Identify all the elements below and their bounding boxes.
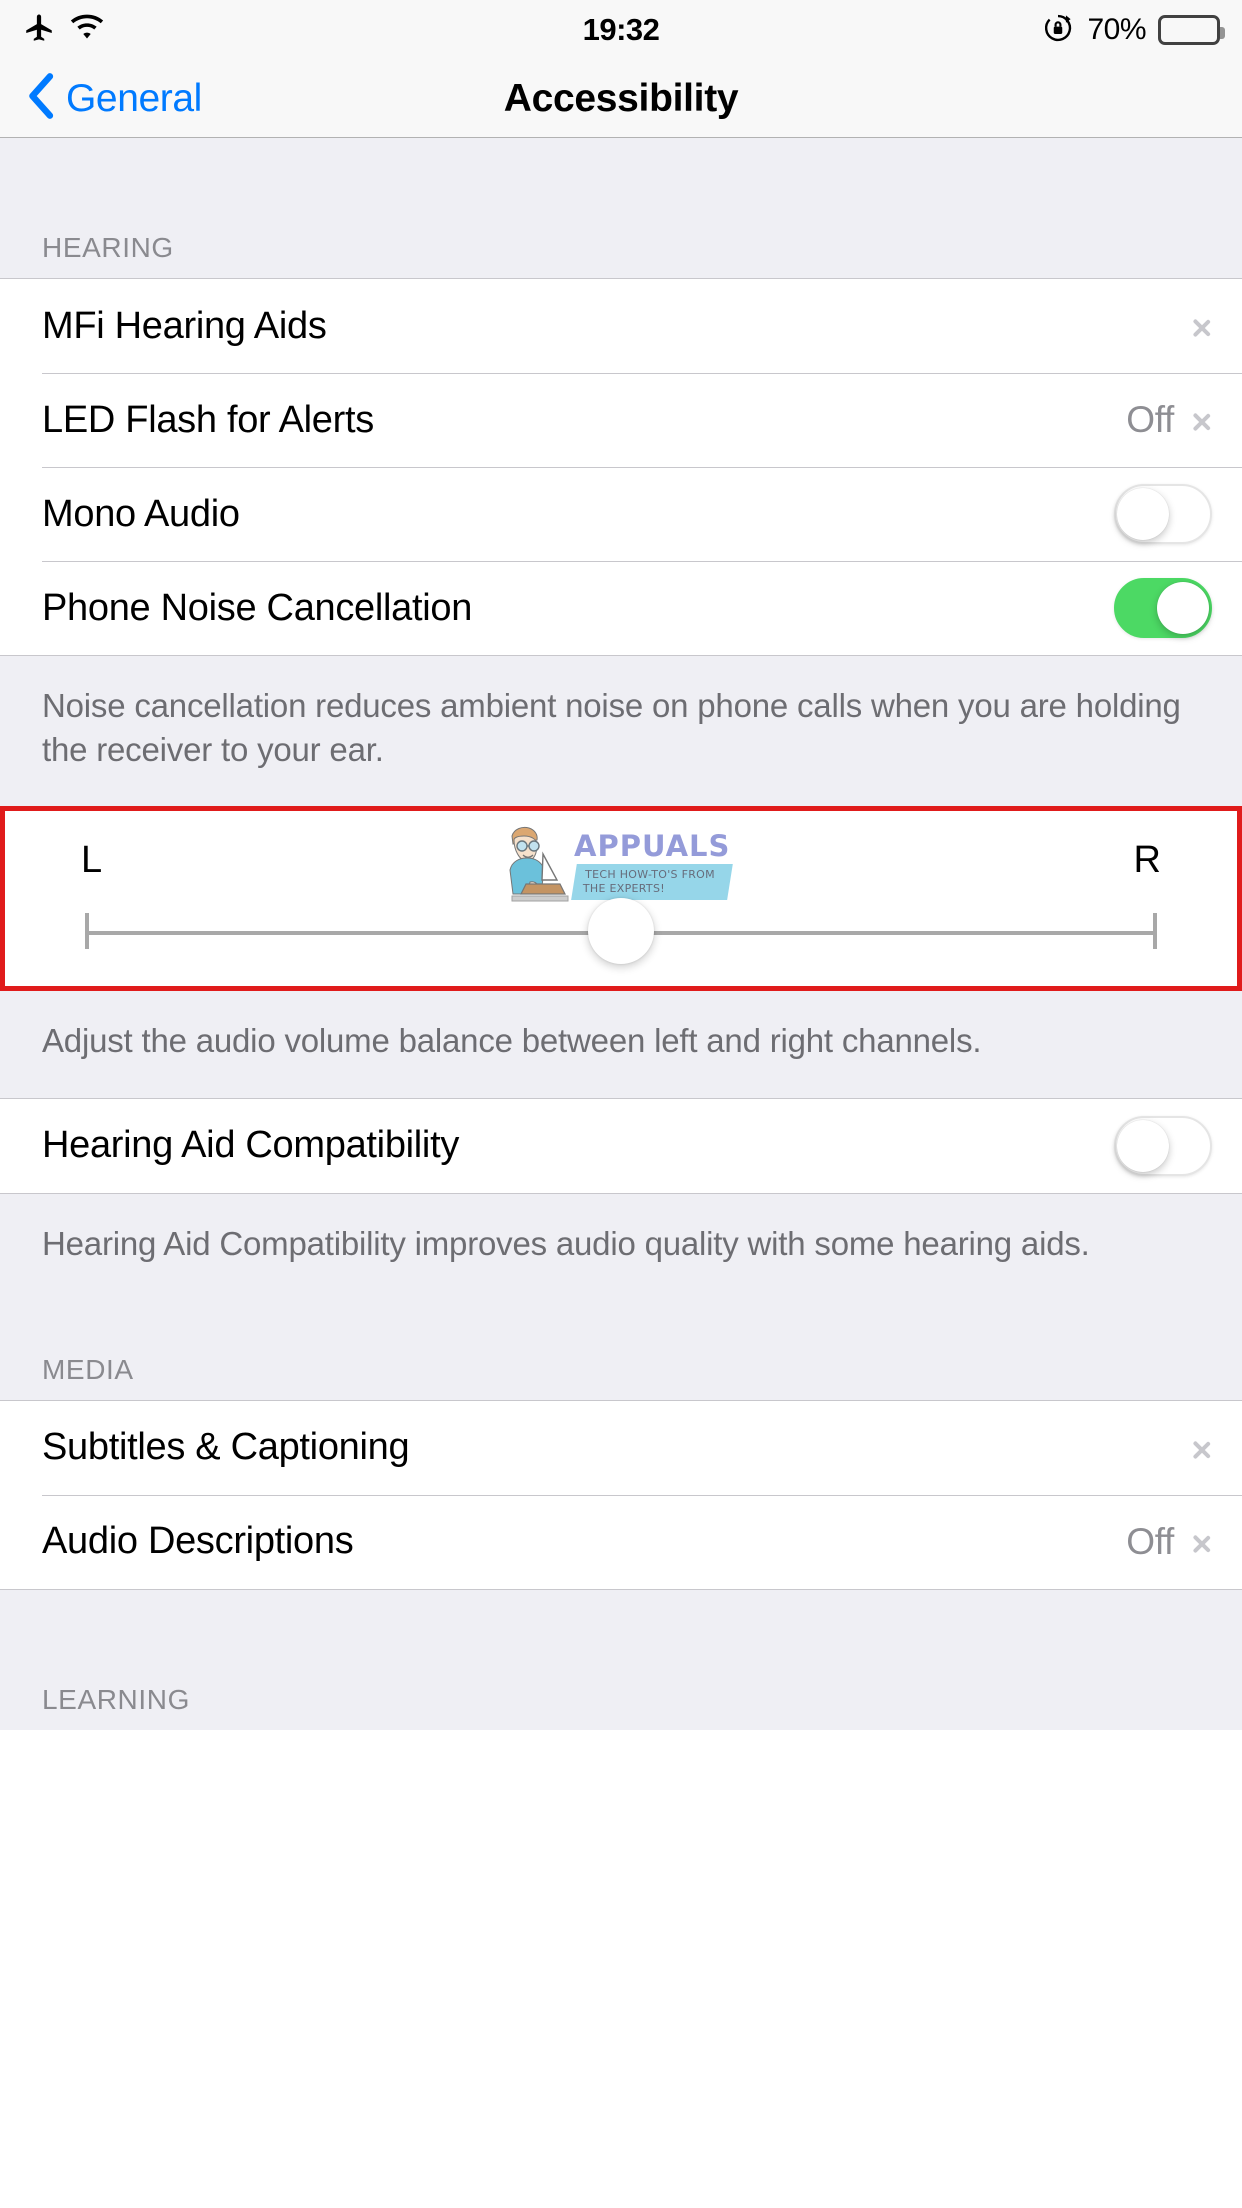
battery-icon [1158, 15, 1225, 45]
footer-hearing-aid-compatibility: Hearing Aid Compatibility improves audio… [0, 1193, 1242, 1300]
balance-slider-row: L R APPUALS TECH HOW-TO'S FROM THE EXPER… [5, 811, 1237, 987]
slider-right-end-tick [1153, 913, 1157, 950]
toggle-knob [1117, 1119, 1169, 1172]
toggle-hearing-aid-compatibility[interactable] [1114, 1115, 1212, 1176]
footer-noise-cancellation: Noise cancellation reduces ambient noise… [0, 656, 1242, 807]
chevron-left-icon [26, 71, 56, 126]
chevron-right-icon [1192, 309, 1212, 343]
status-bar-right: 70% [1041, 11, 1225, 50]
status-bar-left [22, 11, 104, 50]
status-bar: 19:32 70% [0, 0, 1242, 60]
balance-left-label: L [81, 839, 103, 882]
row-label-audio-descriptions: Audio Descriptions [42, 1520, 354, 1563]
balance-channel-labels: L R [5, 839, 1237, 882]
back-button[interactable]: General [26, 71, 202, 126]
hearing-aid-compatibility-section: Hearing Aid Compatibility [0, 1097, 1242, 1194]
media-section: Subtitles & Captioning Audio Description… [0, 1399, 1242, 1590]
row-value-led-flash-for-alerts: Off [1126, 399, 1174, 440]
toggle-knob [1157, 582, 1209, 634]
row-label-led-flash-for-alerts: LED Flash for Alerts [42, 398, 374, 441]
row-subtitles-captioning[interactable]: Subtitles & Captioning [0, 1400, 1242, 1495]
row-accessory-mfi-hearing-aids [1192, 309, 1212, 343]
toggle-knob [1117, 488, 1169, 540]
toggle-phone-noise-cancellation[interactable] [1114, 578, 1212, 638]
row-label-mono-audio: Mono Audio [42, 492, 240, 535]
balance-right-label: R [1133, 839, 1161, 882]
hearing-section: MFi Hearing Aids LED Flash for Alerts Of… [0, 278, 1242, 656]
balance-slider[interactable] [85, 898, 1157, 965]
row-label-mfi-hearing-aids: MFi Hearing Aids [42, 304, 327, 347]
slider-thumb[interactable] [588, 898, 654, 965]
row-label-subtitles-captioning: Subtitles & Captioning [42, 1426, 410, 1469]
wifi-icon [70, 13, 104, 48]
balance-highlight-box: L R APPUALS TECH HOW-TO'S FROM THE EXPER… [0, 806, 1242, 992]
appuals-tagline-line2: THE EXPERTS! [582, 881, 665, 895]
row-accessory-subtitles-captioning [1192, 1431, 1212, 1465]
learning-section-header: LEARNING [42, 1683, 190, 1715]
row-audio-descriptions[interactable]: Audio Descriptions Off [0, 1494, 1242, 1589]
row-accessory-phone-noise-cancellation [1114, 578, 1212, 638]
airplane-icon [22, 11, 56, 50]
navigation-bar: General Accessibility [0, 60, 1242, 138]
row-label-phone-noise-cancellation: Phone Noise Cancellation [42, 586, 473, 629]
row-mfi-hearing-aids[interactable]: MFi Hearing Aids [0, 279, 1242, 373]
chevron-right-icon [1192, 403, 1212, 437]
learning-section-header-wrap: LEARNING [0, 1589, 1242, 1730]
footer-balance: Adjust the audio volume balance between … [0, 991, 1242, 1098]
media-section-header-wrap: MEDIA [0, 1299, 1242, 1400]
row-label-hearing-aid-compatibility: Hearing Aid Compatibility [42, 1124, 460, 1167]
row-mono-audio[interactable]: Mono Audio [0, 467, 1242, 561]
row-led-flash-for-alerts[interactable]: LED Flash for Alerts Off [0, 373, 1242, 467]
accessibility-settings-screen: 19:32 70% General Accessibility HEARING … [0, 0, 1242, 2208]
row-phone-noise-cancellation[interactable]: Phone Noise Cancellation [0, 561, 1242, 655]
learning-section: wsxdn.com [0, 1729, 1242, 2208]
row-accessory-mono-audio [1114, 484, 1212, 544]
row-accessory-led-flash-for-alerts: Off [1126, 399, 1212, 441]
row-accessory-audio-descriptions: Off [1126, 1521, 1212, 1563]
battery-percent-label: 70% [1087, 13, 1146, 46]
back-button-label: General [66, 76, 202, 120]
toggle-mono-audio[interactable] [1114, 484, 1212, 544]
hearing-section-header: HEARING [42, 232, 174, 263]
row-hearing-aid-compatibility[interactable]: Hearing Aid Compatibility [0, 1098, 1242, 1193]
hearing-section-header-wrap: HEARING [0, 138, 1242, 278]
media-section-header: MEDIA [42, 1353, 134, 1385]
chevron-right-icon [1192, 1431, 1212, 1465]
rotation-lock-icon [1041, 11, 1075, 50]
row-value-audio-descriptions: Off [1126, 1520, 1174, 1562]
row-accessory-hearing-aid-compatibility [1114, 1115, 1212, 1176]
chevron-right-icon [1192, 1525, 1212, 1559]
